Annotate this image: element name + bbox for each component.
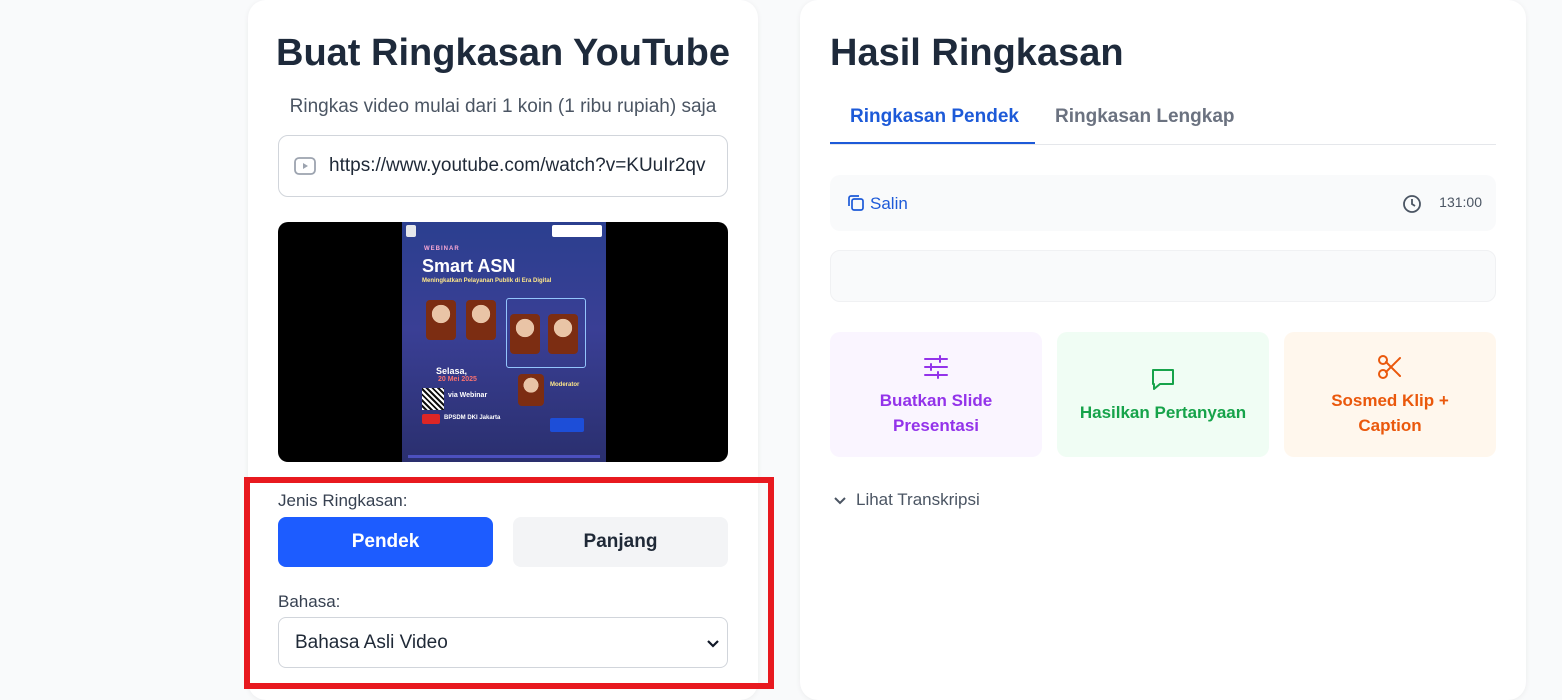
poster-tag: WEBINAR bbox=[424, 246, 460, 252]
poster-channel: BPSDM DKI Jakarta bbox=[444, 415, 501, 421]
poster-footer bbox=[408, 455, 600, 458]
clock-icon bbox=[1403, 195, 1421, 213]
youtube-url-field[interactable] bbox=[278, 135, 728, 197]
sliders-icon bbox=[924, 354, 948, 379]
chevron-down-icon bbox=[834, 497, 846, 505]
scissors-icon bbox=[1378, 354, 1401, 379]
social-clip-button[interactable]: Sosmed Klip + Caption bbox=[1284, 332, 1496, 457]
active-tab-indicator bbox=[830, 142, 1035, 144]
speaker-photo bbox=[426, 300, 456, 340]
copy-icon[interactable] bbox=[846, 193, 866, 213]
create-slides-label: Buatkan Slide Presentasi bbox=[879, 390, 993, 435]
speaker-photo bbox=[466, 300, 496, 340]
view-transcript-label: Lihat Transkripsi bbox=[856, 490, 980, 509]
summary-content-area bbox=[830, 250, 1496, 302]
message-icon bbox=[1152, 369, 1174, 390]
video-thumbnail[interactable]: WEBINAR Smart ASN Meningkatkan Pelayanan… bbox=[278, 222, 728, 462]
speaker-photo bbox=[548, 314, 578, 354]
poster-moderator: Moderator bbox=[550, 382, 580, 388]
poster-title: Smart ASN bbox=[422, 256, 516, 276]
poster-via: via Webinar bbox=[448, 392, 488, 399]
poster-date: 20 Mei 2025 bbox=[438, 376, 477, 383]
view-transcript-toggle[interactable]: Lihat Transkripsi bbox=[832, 490, 980, 510]
summary-result-card: Hasil Ringkasan Ringkasan Pendek Ringkas… bbox=[800, 0, 1526, 700]
moderator-photo bbox=[518, 374, 544, 406]
webinar-poster: WEBINAR Smart ASN Meningkatkan Pelayanan… bbox=[402, 222, 606, 462]
speaker-photo bbox=[510, 314, 540, 354]
seal-logo bbox=[406, 225, 416, 237]
contact-box bbox=[550, 418, 584, 432]
social-clip-label: Sosmed Klip + Caption bbox=[1331, 390, 1449, 435]
result-title: Hasil Ringkasan bbox=[830, 32, 1124, 74]
poster-date-day: Selasa, bbox=[436, 366, 468, 376]
page-subtitle: Ringkas video mulai dari 1 koin (1 ribu … bbox=[289, 96, 717, 117]
youtube-url-input[interactable] bbox=[329, 155, 727, 177]
video-icon bbox=[294, 157, 316, 175]
qr-code bbox=[422, 388, 444, 410]
generate-questions-label: Hasilkan Pertanyaan bbox=[1079, 403, 1247, 422]
poster-subtitle: Meningkatkan Pelayanan Publik di Era Dig… bbox=[422, 278, 552, 284]
tab-full-summary[interactable]: Ringkasan Lengkap bbox=[1055, 106, 1235, 128]
copy-button[interactable]: Salin bbox=[870, 194, 908, 214]
bpsdm-logo bbox=[552, 225, 602, 237]
video-duration: 131:00 bbox=[1439, 194, 1482, 210]
result-tabs: Ringkasan Pendek Ringkasan Lengkap bbox=[830, 90, 1496, 145]
tab-short-summary[interactable]: Ringkasan Pendek bbox=[850, 106, 1019, 128]
page-title: Buat Ringkasan YouTube bbox=[276, 32, 730, 74]
generate-questions-button[interactable]: Hasilkan Pertanyaan bbox=[1057, 332, 1269, 457]
highlight-annotation-box bbox=[244, 477, 774, 689]
youtube-logo-icon bbox=[422, 414, 440, 424]
result-toolbar: Salin 131:00 bbox=[830, 175, 1496, 231]
create-slides-button[interactable]: Buatkan Slide Presentasi bbox=[830, 332, 1042, 457]
